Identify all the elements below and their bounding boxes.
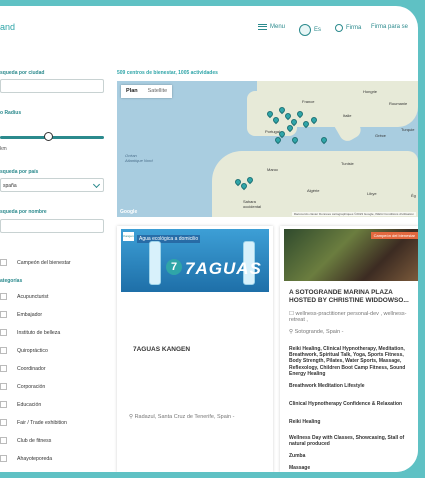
menu-label: Menu: [270, 24, 286, 30]
map-label-france: France: [302, 99, 315, 104]
category-item[interactable]: Embajador: [17, 312, 42, 318]
country-select[interactable]: spaña: [0, 178, 104, 192]
map-marker[interactable]: [290, 135, 300, 145]
radius-label: o Radius: [0, 110, 22, 116]
bottle-image: [149, 241, 161, 285]
site-logo[interactable]: and: [0, 22, 15, 32]
category-item[interactable]: Instituto de belleza: [17, 330, 60, 336]
map-label-algeria: Algérie: [307, 188, 320, 193]
map-tab-satellite[interactable]: Satellite: [143, 85, 173, 98]
radius-slider-handle[interactable]: [43, 132, 53, 141]
event-card[interactable]: Campeón del bienestar A SOTOGRANDE MARIN…: [280, 226, 418, 472]
product-card[interactable]: Agua ecológica a domicilio 7 7AGUAS Kang…: [117, 226, 273, 472]
brand-mark: 7: [166, 259, 182, 275]
category-item[interactable]: Club de fitness: [17, 438, 51, 444]
map-label-tunisia: Tunisie: [341, 161, 354, 166]
event-organizer-text: wellness-practitioner personal-dev , wel…: [289, 311, 407, 323]
search-city-input[interactable]: [0, 79, 104, 93]
login-label: Firma: [346, 25, 362, 31]
category-checkbox[interactable]: [0, 455, 7, 462]
map-tab-plan[interactable]: Plan: [121, 85, 143, 98]
event-organizer: ☐ wellness-practitioner personal-dev , w…: [289, 311, 418, 323]
activity-item: Wellness Day with Classes, Showcasing, S…: [289, 435, 405, 448]
product-title[interactable]: 7AGUAS KANGEN: [133, 346, 190, 353]
search-city-label: squeda por ciudad: [0, 70, 45, 76]
map-marker[interactable]: [319, 135, 329, 145]
map-label-italy: Italie: [343, 113, 352, 118]
search-name-input[interactable]: [0, 219, 104, 233]
page-card: and Menu Es Firma Firma para se squeda p…: [0, 6, 418, 472]
category-item[interactable]: Quiropráctico: [17, 348, 48, 354]
chevron-down-icon: [92, 180, 101, 189]
category-checkbox[interactable]: [0, 311, 7, 318]
product-location: ⚲ Radazul, Santa Cruz de Tenerife, Spain…: [129, 414, 234, 420]
category-item[interactable]: Acupuncturist: [17, 294, 48, 300]
category-checkbox[interactable]: [0, 383, 7, 390]
mini-logo: Kangen: [123, 232, 134, 241]
category-item[interactable]: Fair / Trade exhibition: [17, 420, 67, 426]
product-banner-image: Agua ecológica a domicilio 7 7AGUAS Kang…: [121, 229, 269, 292]
results-count: 509 centros de bienestar, 1005 actividad…: [117, 70, 218, 76]
filter-sidebar: squeda por ciudad o Radius km squeda por…: [0, 66, 108, 472]
category-checkbox[interactable]: [0, 437, 7, 444]
hamburger-icon: [258, 24, 267, 30]
event-location: ⚲ Sotogrande, Spain -: [289, 329, 344, 335]
category-item[interactable]: Corporación: [17, 384, 45, 390]
user-icon: [335, 24, 343, 32]
country-value: spaña: [3, 183, 17, 189]
top-bar: and Menu Es Firma Firma para se: [0, 6, 418, 52]
activity-item: Reiki Healing, Clinical Hypnotherapy, Me…: [289, 346, 406, 377]
radius-slider[interactable]: [0, 132, 104, 141]
champion-checkbox[interactable]: [0, 259, 7, 266]
signup-label: Firma para se: [371, 24, 409, 30]
category-item[interactable]: Educación: [17, 402, 41, 408]
language-label: Es: [314, 27, 322, 33]
category-checkbox[interactable]: [0, 401, 7, 408]
map-attribution[interactable]: Raccourcis clavier Données cartographiqu…: [291, 212, 416, 216]
category-checkbox[interactable]: [0, 329, 7, 336]
globe-icon: [299, 24, 311, 36]
categories-title: ategorías: [0, 278, 23, 284]
map-label-romania: Roumanie: [389, 101, 408, 106]
activity-item: Reiki Healing: [289, 419, 321, 425]
category-item[interactable]: Ahayoteporeda: [17, 456, 52, 462]
category-checkbox[interactable]: [0, 419, 7, 426]
search-name-label: squeda por nombre: [0, 209, 47, 215]
champion-badge: Campeón del bienestar: [370, 232, 418, 239]
product-location-text: Radazul, Santa Cruz de Tenerife, Spain -: [134, 414, 235, 420]
category-checkbox[interactable]: [0, 293, 7, 300]
map-label-greece: Grèce: [375, 133, 386, 138]
radius-unit: km: [0, 146, 7, 152]
category-item[interactable]: Coordinador: [17, 366, 46, 372]
language-button[interactable]: Es: [299, 24, 321, 36]
activity-item: Zumba: [289, 453, 306, 459]
map-label-libya: Libye: [367, 191, 377, 196]
map-label-egypt: Ég: [411, 193, 416, 198]
activity-item: Breathwork Meditation Lifestyle: [289, 383, 365, 389]
menu-button[interactable]: Menu: [258, 24, 285, 30]
search-country-label: squeda por país: [0, 169, 39, 175]
event-location-text: Sotogrande, Spain -: [294, 329, 344, 335]
map-label-maroc: Maroc: [267, 167, 279, 172]
activity-item: Massage: [289, 465, 311, 471]
category-checkbox[interactable]: [0, 347, 7, 354]
results-map[interactable]: Plan Satellite Océan Atlantique Nord Por…: [117, 81, 418, 217]
map-label-hungary: Hongrie: [363, 89, 378, 94]
map-label-atlantic: Océan Atlantique Nord: [125, 153, 153, 163]
activity-item: Clinical Hypnotherapy Confidence & Relax…: [289, 401, 403, 407]
google-logo: Google: [120, 209, 138, 215]
banner-tag: Agua ecológica a domicilio: [137, 235, 201, 243]
map-label-turkey: Turquie: [401, 127, 415, 132]
map-label-sahara: Sahara occidental: [243, 199, 262, 209]
signup-button[interactable]: Firma para se: [371, 24, 408, 30]
category-checkbox[interactable]: [0, 365, 7, 372]
login-button[interactable]: Firma: [335, 24, 361, 32]
champion-label: Campeón del bienestar: [17, 260, 71, 266]
map-type-tabs: Plan Satellite: [121, 85, 173, 98]
brand-logo: 7AGUAS: [185, 259, 262, 278]
event-image: Campeón del bienestar: [284, 229, 418, 281]
event-title[interactable]: A SOTOGRANDE MARINA PLAZA HOSTED BY CHRI…: [289, 289, 417, 305]
